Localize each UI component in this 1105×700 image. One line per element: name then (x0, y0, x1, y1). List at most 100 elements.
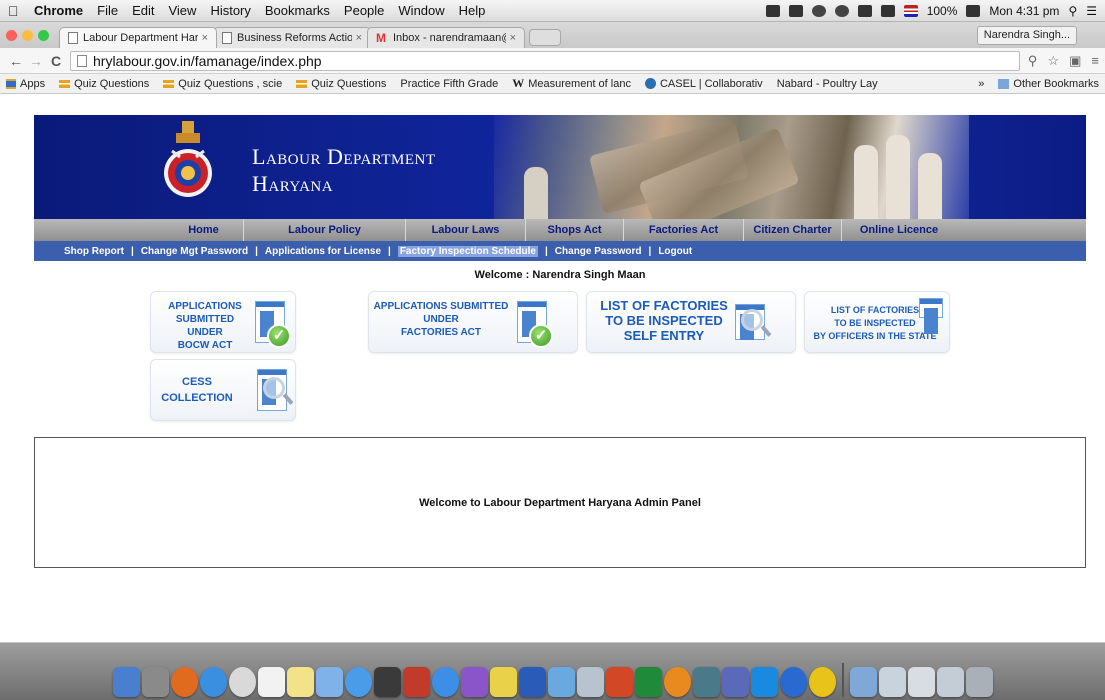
downloads-folder-icon[interactable] (849, 667, 877, 697)
new-tab-button[interactable] (529, 29, 561, 46)
battery-percent[interactable]: 100% (927, 4, 958, 18)
bookmark-casel[interactable]: CASEL | Collaborativ (644, 78, 763, 90)
input-source-flag-icon[interactable] (903, 4, 918, 17)
menubar-clock[interactable]: Mon 4:31 pm (989, 4, 1059, 18)
nav-shops-act[interactable]: Shops Act (526, 219, 624, 241)
subnav-change-mgt-password[interactable]: Change Mgt Password (141, 246, 248, 257)
image-capture-icon[interactable] (576, 667, 604, 697)
menu-edit[interactable]: Edit (132, 3, 154, 18)
itunes-icon[interactable] (460, 667, 488, 697)
menu-app-name[interactable]: Chrome (34, 3, 83, 18)
subnav-logout[interactable]: Logout (658, 246, 692, 257)
nav-factories-act[interactable]: Factories Act (624, 219, 744, 241)
subnav-change-password[interactable]: Change Password (555, 246, 642, 257)
menu-history[interactable]: History (210, 3, 250, 18)
minimize-window-icon[interactable] (22, 29, 33, 41)
bookmarks-overflow-button[interactable]: » (978, 78, 984, 90)
google-earth-icon[interactable] (779, 667, 807, 697)
teamviewer-dock-icon[interactable] (750, 667, 778, 697)
reload-button[interactable]: C (46, 53, 66, 69)
tab-labour-department[interactable]: Labour Department Haryan × (59, 27, 217, 48)
bookmark-practice-fifth-grade[interactable]: Practice Fifth Grade (0, 78, 498, 126)
subnav-applications-for-license[interactable]: Applications for License (265, 246, 381, 257)
page-info-icon[interactable] (77, 54, 87, 67)
battery-icon[interactable] (966, 4, 981, 17)
bookmark-measurement[interactable]: W Measurement of lanc (512, 76, 631, 91)
excel-icon[interactable] (634, 667, 662, 697)
bookmark-star-icon[interactable]: ☆ (1047, 53, 1059, 69)
star-app-icon[interactable] (721, 667, 749, 697)
system-tool-icon[interactable] (547, 667, 575, 697)
bookmark-quiz-questions-1[interactable]: Quiz Questions (59, 78, 149, 90)
forward-button[interactable]: → (26, 53, 46, 69)
firefox-icon[interactable] (170, 667, 198, 697)
tile-factories-self-entry[interactable]: LIST OF FACTORIES TO BE INSPECTED SELF E… (586, 291, 796, 353)
volume-icon[interactable] (880, 4, 895, 17)
chrome-menu-icon[interactable]: ≡ (1091, 53, 1099, 69)
tile-applications-bocw[interactable]: APPLICATIONS SUBMITTED UNDER BOCW ACT ✓ (150, 291, 296, 353)
nav-online-licence[interactable]: Online Licence (842, 219, 956, 241)
chrome-canary-icon[interactable] (808, 667, 836, 697)
notes-icon[interactable] (286, 667, 314, 697)
tab-gmail-inbox[interactable]: M Inbox - narendramaan@gr × (367, 27, 525, 48)
profile-button[interactable]: Narendra Singh... (976, 26, 1077, 45)
stickies-icon[interactable] (489, 667, 517, 697)
tab-close-icon[interactable]: × (510, 32, 516, 44)
word-icon[interactable] (518, 667, 546, 697)
tab-close-icon[interactable]: × (356, 32, 362, 44)
tile-applications-factories[interactable]: APPLICATIONS SUBMITTED UNDER FACTORIES A… (368, 291, 578, 353)
tile-cess-collection[interactable]: CESS COLLECTION (150, 359, 296, 421)
bookmark-quiz-questions-2[interactable]: Quiz Questions , scie (163, 78, 282, 90)
nav-labour-laws[interactable]: Labour Laws (406, 219, 526, 241)
safari-icon[interactable] (199, 667, 227, 697)
powerpoint-icon[interactable] (605, 667, 633, 697)
extension-icon[interactable]: ⚲ (1028, 53, 1038, 69)
document-stack-icon[interactable] (936, 667, 964, 697)
tab-business-reforms[interactable]: Business Reforms Action Pl × (213, 27, 371, 48)
spotlight-icon[interactable]: ⚲ (1068, 4, 1077, 18)
apple-icon[interactable]:  (8, 4, 22, 18)
menu-file[interactable]: File (97, 3, 118, 18)
nav-citizen-charter[interactable]: Citizen Charter (744, 219, 842, 241)
dropbox-icon[interactable] (765, 4, 780, 17)
calendar-icon[interactable] (257, 667, 285, 697)
menu-window[interactable]: Window (398, 3, 444, 18)
preview-icon[interactable] (315, 667, 343, 697)
back-button[interactable]: ← (6, 53, 26, 69)
bookmark-quiz-questions-3[interactable]: Quiz Questions (296, 78, 386, 90)
bluetooth-icon[interactable] (857, 4, 872, 17)
launchpad-icon[interactable] (141, 667, 169, 697)
close-window-icon[interactable] (6, 29, 17, 41)
trash-icon[interactable] (965, 667, 993, 697)
utility-app-icon[interactable] (692, 667, 720, 697)
finder-icon[interactable] (112, 667, 140, 697)
outlook-icon[interactable] (663, 667, 691, 697)
photo-booth-icon[interactable] (402, 667, 430, 697)
dvd-player-icon[interactable] (373, 667, 401, 697)
other-bookmarks[interactable]: Other Bookmarks (998, 78, 1099, 90)
time-machine-icon[interactable] (834, 4, 849, 17)
subnav-factory-inspection-schedule[interactable]: Factory Inspection Schedule (397, 245, 538, 257)
zoom-window-icon[interactable] (38, 29, 49, 41)
notification-center-icon[interactable]: ☰ (1086, 4, 1097, 18)
document-stack-icon[interactable] (907, 667, 935, 697)
nav-labour-policy[interactable]: Labour Policy (244, 219, 406, 241)
tile-factories-by-officers[interactable]: LIST OF FACTORIES TO BE INSPECTED BY OFF… (804, 291, 950, 353)
tab-close-icon[interactable]: × (202, 32, 208, 44)
teamviewer-icon[interactable] (788, 4, 803, 17)
menu-bookmarks[interactable]: Bookmarks (265, 3, 330, 18)
bookmark-apps[interactable]: Apps (6, 78, 45, 90)
extension-puzzle-icon[interactable]: ▣ (1069, 53, 1081, 69)
menu-view[interactable]: View (168, 3, 196, 18)
messages-icon[interactable] (344, 667, 372, 697)
wifi-icon[interactable] (811, 4, 826, 17)
menu-people[interactable]: People (344, 3, 384, 18)
app-store-icon[interactable] (431, 667, 459, 697)
bookmark-nabard[interactable]: Nabard - Poultry Lay (0, 78, 878, 126)
address-bar[interactable]: hrylabour.gov.in/famanage/index.php (70, 50, 1020, 71)
chrome-icon[interactable] (228, 667, 256, 697)
nav-home[interactable]: Home (34, 219, 244, 241)
document-stack-icon[interactable] (878, 667, 906, 697)
menu-help[interactable]: Help (459, 3, 486, 18)
subnav-shop-report[interactable]: Shop Report (64, 246, 124, 257)
